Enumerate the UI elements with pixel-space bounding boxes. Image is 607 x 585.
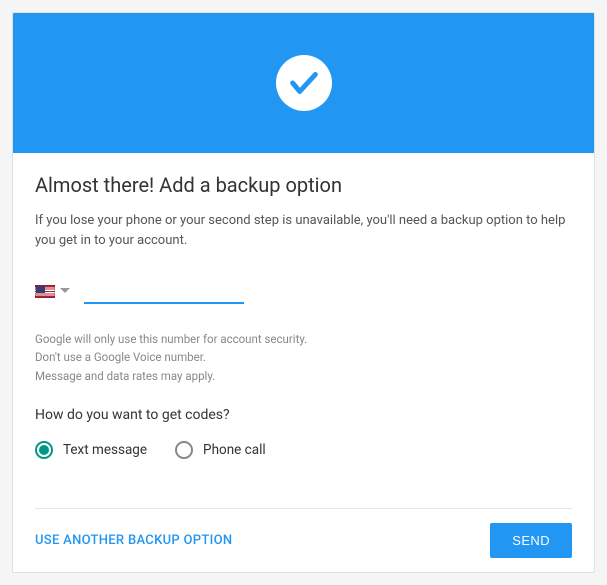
radio-icon xyxy=(175,441,193,459)
radio-icon xyxy=(35,441,53,459)
content: Almost there! Add a backup option If you… xyxy=(13,153,594,572)
backup-option-card: Almost there! Add a backup option If you… xyxy=(12,12,595,573)
delivery-radio-group: Text message Phone call xyxy=(35,441,572,459)
disclaimer-security: Google will only use this number for acc… xyxy=(35,330,572,348)
footer: USE ANOTHER BACKUP OPTION SEND xyxy=(35,508,572,558)
disclaimer-block: Google will only use this number for acc… xyxy=(35,330,572,385)
radio-label: Phone call xyxy=(203,442,266,458)
country-code-selector[interactable] xyxy=(35,283,70,300)
page-title: Almost there! Add a backup option xyxy=(35,173,572,197)
page-description: If you lose your phone or your second st… xyxy=(35,211,572,250)
radio-label: Text message xyxy=(63,442,147,458)
checkmark-icon xyxy=(276,55,332,111)
use-another-backup-link[interactable]: USE ANOTHER BACKUP OPTION xyxy=(35,533,232,548)
us-flag-icon xyxy=(35,285,55,298)
delivery-question: How do you want to get codes? xyxy=(35,407,572,423)
radio-text-message[interactable]: Text message xyxy=(35,441,147,459)
phone-number-input[interactable] xyxy=(84,278,244,304)
radio-phone-call[interactable]: Phone call xyxy=(175,441,266,459)
disclaimer-voice: Don't use a Google Voice number. xyxy=(35,348,572,366)
send-button[interactable]: SEND xyxy=(490,523,572,558)
disclaimer-rates: Message and data rates may apply. xyxy=(35,367,572,385)
chevron-down-icon xyxy=(60,288,70,294)
banner xyxy=(13,13,594,153)
phone-row xyxy=(35,278,572,304)
